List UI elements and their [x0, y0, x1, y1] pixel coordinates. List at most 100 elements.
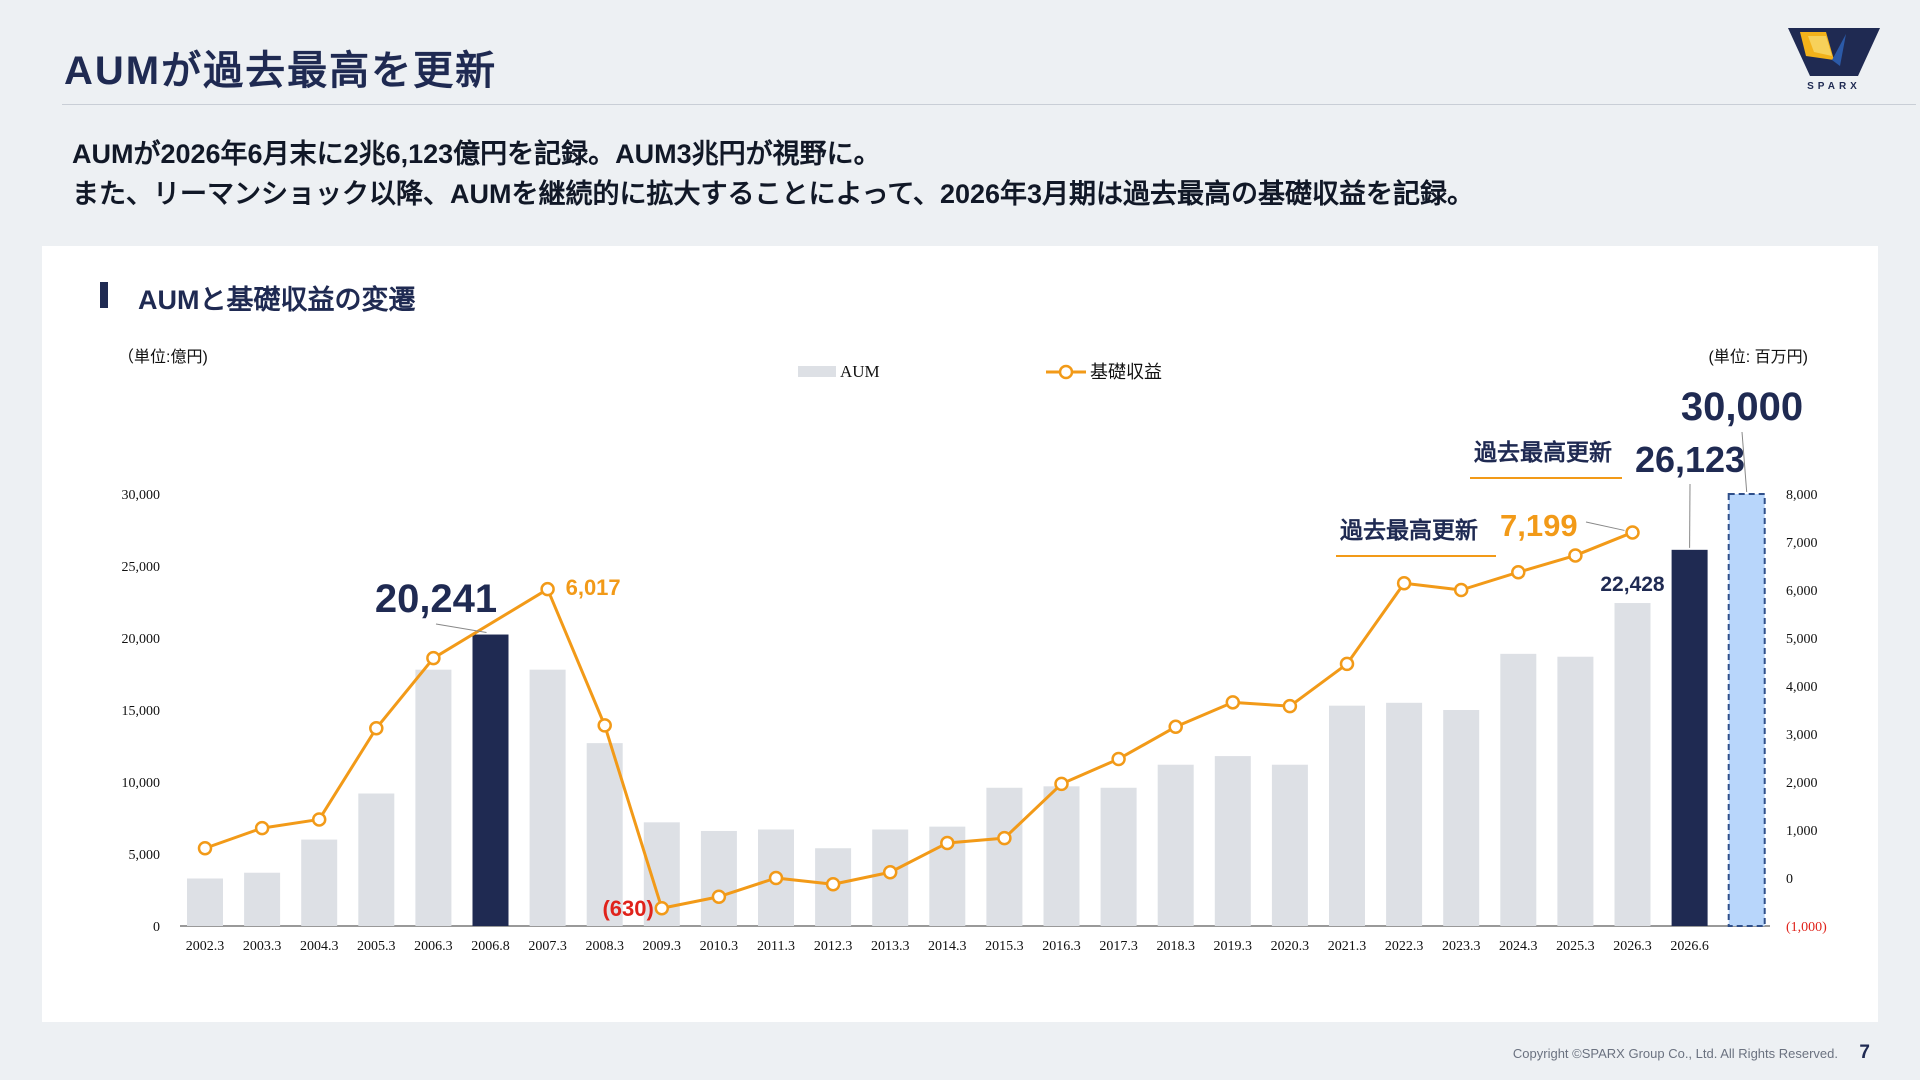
aum-revenue-chart: （単位:億円) (単位: 百万円) AUM 基礎収益 0 5,000 10,000 15,00… [118, 348, 1827, 954]
aum-bar [1614, 603, 1651, 926]
left-tick-label: 25,000 [122, 560, 161, 575]
aum-bar [301, 839, 338, 926]
left-tick-label: 20,000 [122, 632, 161, 647]
low-revenue-2009-label: (630) [602, 896, 653, 921]
x-tick-label: 2019.3 [1214, 939, 1253, 954]
aum-bar [1671, 549, 1708, 926]
aum-bar [1500, 653, 1537, 926]
revenue-point [1625, 525, 1640, 540]
legend-label-aum: AUM [840, 362, 880, 381]
revenue-point [1225, 695, 1241, 710]
aum-bar [358, 793, 395, 926]
revenue-point [1282, 698, 1298, 714]
right-tick-label: 4,000 [1786, 680, 1818, 695]
revenue-point [1339, 656, 1355, 672]
aum-bar [1443, 710, 1480, 926]
right-tick-label: 1,000 [1786, 824, 1818, 839]
aum-bar [244, 872, 281, 926]
x-tick-label: 2024.3 [1499, 939, 1538, 954]
x-tick-label: 2014.3 [928, 939, 967, 954]
x-tick-label: 2013.3 [871, 939, 910, 954]
aum-bar [700, 830, 737, 926]
revenue-point [711, 889, 727, 904]
aum-bar [472, 634, 509, 926]
revenue-point [768, 870, 784, 886]
right-tick-label: 5,000 [1786, 632, 1818, 647]
left-tick-label: 30,000 [122, 488, 161, 503]
left-tick-label: 0 [153, 920, 160, 935]
aum-bar [415, 669, 452, 926]
x-tick-label: 2020.3 [1271, 939, 1310, 954]
x-tick-label: 2018.3 [1156, 939, 1195, 954]
x-tick-label: 2008.3 [585, 939, 624, 954]
aum-target-label: 30,000 [1681, 385, 1803, 429]
aum-bar [1043, 786, 1080, 926]
revenue-point [997, 830, 1012, 846]
revenue-point [369, 720, 384, 736]
page-number: 7 [1859, 1042, 1870, 1063]
right-tick-label: (1,000) [1786, 920, 1827, 935]
aum-target-bar [1727, 493, 1766, 927]
x-tick-label: 2021.3 [1328, 939, 1367, 954]
callout-leader [435, 623, 487, 634]
right-tick-label: 7,000 [1786, 536, 1818, 551]
revenue-point [597, 718, 612, 733]
left-axis-unit: （単位:億円) [118, 348, 208, 366]
revenue-point [1453, 582, 1469, 598]
revenue-point [197, 840, 213, 856]
aum-bar [1271, 764, 1308, 926]
revenue-point [940, 835, 955, 851]
x-tick-label: 2006.3 [414, 939, 453, 954]
revenue-point [426, 650, 441, 666]
right-axis-unit: (単位: 百万円) [1708, 348, 1808, 366]
aum-2026-3-label: 22,428 [1600, 573, 1665, 596]
aum-bar [1214, 756, 1251, 926]
aum-bar [529, 669, 566, 926]
legend-swatch-aum [798, 366, 836, 377]
x-tick-label: 2009.3 [643, 939, 682, 954]
right-tick-label: 2,000 [1786, 776, 1818, 791]
left-tick-label: 5,000 [129, 848, 161, 863]
aum-bar [1100, 787, 1137, 926]
left-tick-label: 10,000 [122, 776, 161, 791]
record-revenue-badge: 過去最高更新 [1340, 517, 1478, 543]
revenue-point [1054, 776, 1069, 792]
aum-bar [187, 878, 223, 926]
left-tick-label: 15,000 [122, 704, 161, 719]
x-tick-label: 2004.3 [300, 939, 339, 954]
x-tick-label: 2002.3 [186, 939, 225, 954]
x-tick-label: 2015.3 [985, 939, 1024, 954]
revenue-point [1568, 548, 1583, 563]
revenue-point [540, 581, 555, 597]
copyright: Copyright ©SPARX Group Co., Ltd. All Rig… [1512, 1046, 1838, 1061]
callout-leader [1585, 521, 1625, 531]
aum-bar [986, 787, 1023, 926]
x-tick-label: 2011.3 [757, 939, 795, 954]
legend-label-revenue: 基礎収益 [1090, 362, 1162, 382]
peak-revenue-2007-label: 6,017 [566, 575, 621, 600]
x-tick-label: 2010.3 [700, 939, 739, 954]
revenue-point [654, 900, 670, 916]
right-tick-label: 0 [1786, 872, 1793, 887]
revenue-point [254, 820, 270, 836]
aum-bar [1386, 702, 1423, 926]
revenue-point [1396, 576, 1412, 591]
peak-aum-2006-label: 20,241 [375, 577, 497, 621]
x-tick-label: 2012.3 [814, 939, 853, 954]
x-tick-label: 2023.3 [1442, 939, 1481, 954]
x-tick-label: 2016.3 [1042, 939, 1081, 954]
revenue-point [311, 812, 327, 827]
x-tick-label: 2022.3 [1385, 939, 1424, 954]
aum-bar [1329, 705, 1365, 926]
right-tick-label: 8,000 [1786, 488, 1818, 503]
x-tick-label: 2026.6 [1670, 939, 1709, 954]
right-tick-label: 3,000 [1786, 728, 1818, 743]
legend-marker-revenue [1058, 364, 1074, 380]
x-tick-label: 2006.8 [471, 939, 510, 954]
x-tick-label: 2003.3 [243, 939, 282, 954]
x-tick-label: 2026.3 [1613, 939, 1652, 954]
x-tick-label: 2017.3 [1099, 939, 1138, 954]
aum-bar [1157, 764, 1194, 926]
right-tick-label: 6,000 [1786, 584, 1818, 599]
revenue-point [1168, 719, 1183, 735]
